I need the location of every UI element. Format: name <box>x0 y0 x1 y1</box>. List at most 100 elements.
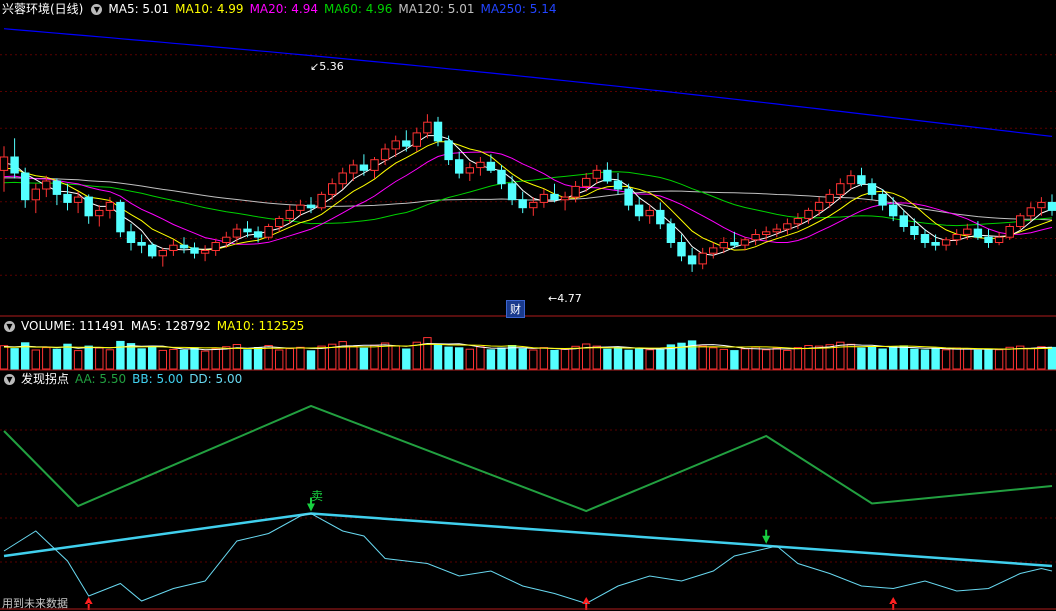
candle-body <box>910 226 919 235</box>
volume-bar <box>899 345 908 370</box>
volume-bar <box>211 348 220 370</box>
candle-body <box>338 172 347 185</box>
candle-body <box>507 183 517 201</box>
chevron-down-icon[interactable]: ▼ <box>4 374 15 385</box>
candle-body <box>444 140 453 161</box>
candle-body <box>486 161 496 171</box>
volume-bar <box>931 348 940 370</box>
volume-bar <box>116 340 125 370</box>
candlesticks <box>0 114 1056 272</box>
candle-body <box>391 140 400 150</box>
volume-bar <box>10 348 19 370</box>
low-price-label: ←4.77 <box>548 292 582 305</box>
candle-body <box>137 242 146 246</box>
volume-bar <box>613 347 623 370</box>
candle-body <box>190 247 199 254</box>
candle-body <box>793 218 803 225</box>
candle-body <box>200 250 210 254</box>
volume-bar <box>486 349 496 370</box>
volume-bar <box>296 346 305 370</box>
financial-report-badge[interactable]: 财 <box>506 300 525 318</box>
candle-body <box>603 169 612 182</box>
candle-body <box>370 159 379 171</box>
grid-lines <box>0 54 1056 563</box>
candle-body <box>571 185 580 198</box>
volume-bar <box>0 345 9 370</box>
volume-bar <box>645 349 654 370</box>
volume-bar <box>783 349 792 370</box>
volume-panel-header: ▼ VOLUME: 111491 MA5: 128792 MA10: 112525 <box>2 318 316 334</box>
volume-bar <box>963 348 972 370</box>
volume-bar <box>349 346 358 370</box>
candle-body <box>317 193 326 209</box>
legend-item: VOLUME: 111491 <box>21 319 125 333</box>
volume-bar <box>391 345 400 370</box>
volume-bar <box>709 347 718 370</box>
volume-bar <box>423 337 432 370</box>
candle-body <box>645 209 654 217</box>
candle-body <box>497 169 506 185</box>
ma250-line <box>3 28 1053 137</box>
candle-body <box>222 236 231 243</box>
ma10-line <box>3 141 1053 251</box>
volume-bar <box>518 348 527 370</box>
volume-bars <box>0 337 1056 370</box>
candle-body <box>846 175 856 185</box>
candle-body <box>931 242 940 246</box>
moving-average-lines <box>3 28 1053 256</box>
candle-body <box>740 239 750 246</box>
volume-bar <box>52 348 62 370</box>
candle-body <box>169 244 178 251</box>
volume-bar <box>63 343 72 370</box>
price-indicator-legend: MA5: 5.01 MA10: 4.99 MA20: 4.94 MA60: 4.96 M… <box>108 2 562 16</box>
indicator-panel-header: ▼ 发现拐点 AA: 5.50 BB: 5.00 DD: 5.00 <box>2 371 254 387</box>
candle-body <box>412 132 422 147</box>
volume-bar <box>941 349 951 370</box>
sell-arrow-icon <box>762 529 771 544</box>
candle-body <box>328 183 337 195</box>
volume-bar <box>253 347 263 370</box>
volume-indicator-legend: VOLUME: 111491 MA5: 128792 MA10: 112525 <box>21 319 310 333</box>
candle-body <box>31 188 40 201</box>
volume-bar <box>793 347 803 370</box>
price-panel-header: 兴蓉环境(日线) ▼ MA5: 5.01 MA10: 4.99 MA20: 4.94 MA… <box>2 1 569 17</box>
volume-bar <box>190 347 199 370</box>
candle-body <box>243 228 252 233</box>
candle-body <box>126 231 136 244</box>
stock-chart[interactable] <box>0 0 1056 611</box>
candle-body <box>518 199 527 209</box>
candle-body <box>867 183 877 195</box>
volume-bar <box>984 348 993 370</box>
volume-bar <box>603 348 612 370</box>
candle-body <box>232 228 242 238</box>
volume-bar <box>889 346 898 370</box>
candle-body <box>730 242 739 246</box>
volume-bar <box>444 346 453 370</box>
volume-bar <box>158 349 168 370</box>
volume-bar <box>433 343 443 370</box>
legend-item: MA120: 5.01 <box>398 2 475 16</box>
volume-bar <box>275 349 284 370</box>
candle-body <box>105 201 115 211</box>
chevron-down-icon[interactable]: ▼ <box>91 4 103 15</box>
chevron-down-icon[interactable]: ▼ <box>4 321 15 332</box>
volume-bar <box>359 347 369 370</box>
candle-body <box>306 204 316 209</box>
volume-bar <box>634 347 644 370</box>
indicator-legend: AA: 5.50 BB: 5.00 DD: 5.00 <box>75 372 248 386</box>
ma5-line <box>3 135 1053 256</box>
volume-bar <box>370 344 379 370</box>
candle-body <box>285 209 295 219</box>
candle-body <box>1026 207 1035 217</box>
volume-bar <box>84 345 93 370</box>
volume-bar <box>973 349 983 370</box>
candle-body <box>42 180 51 190</box>
volume-bar <box>42 347 51 370</box>
legend-item: MA5: 128792 <box>130 319 211 333</box>
candle-body <box>0 156 9 171</box>
volume-bar <box>476 346 485 370</box>
legend-item: AA: 5.50 <box>75 372 127 386</box>
candle-body <box>264 226 273 238</box>
volume-bar <box>306 350 316 370</box>
candle-body <box>560 196 570 201</box>
